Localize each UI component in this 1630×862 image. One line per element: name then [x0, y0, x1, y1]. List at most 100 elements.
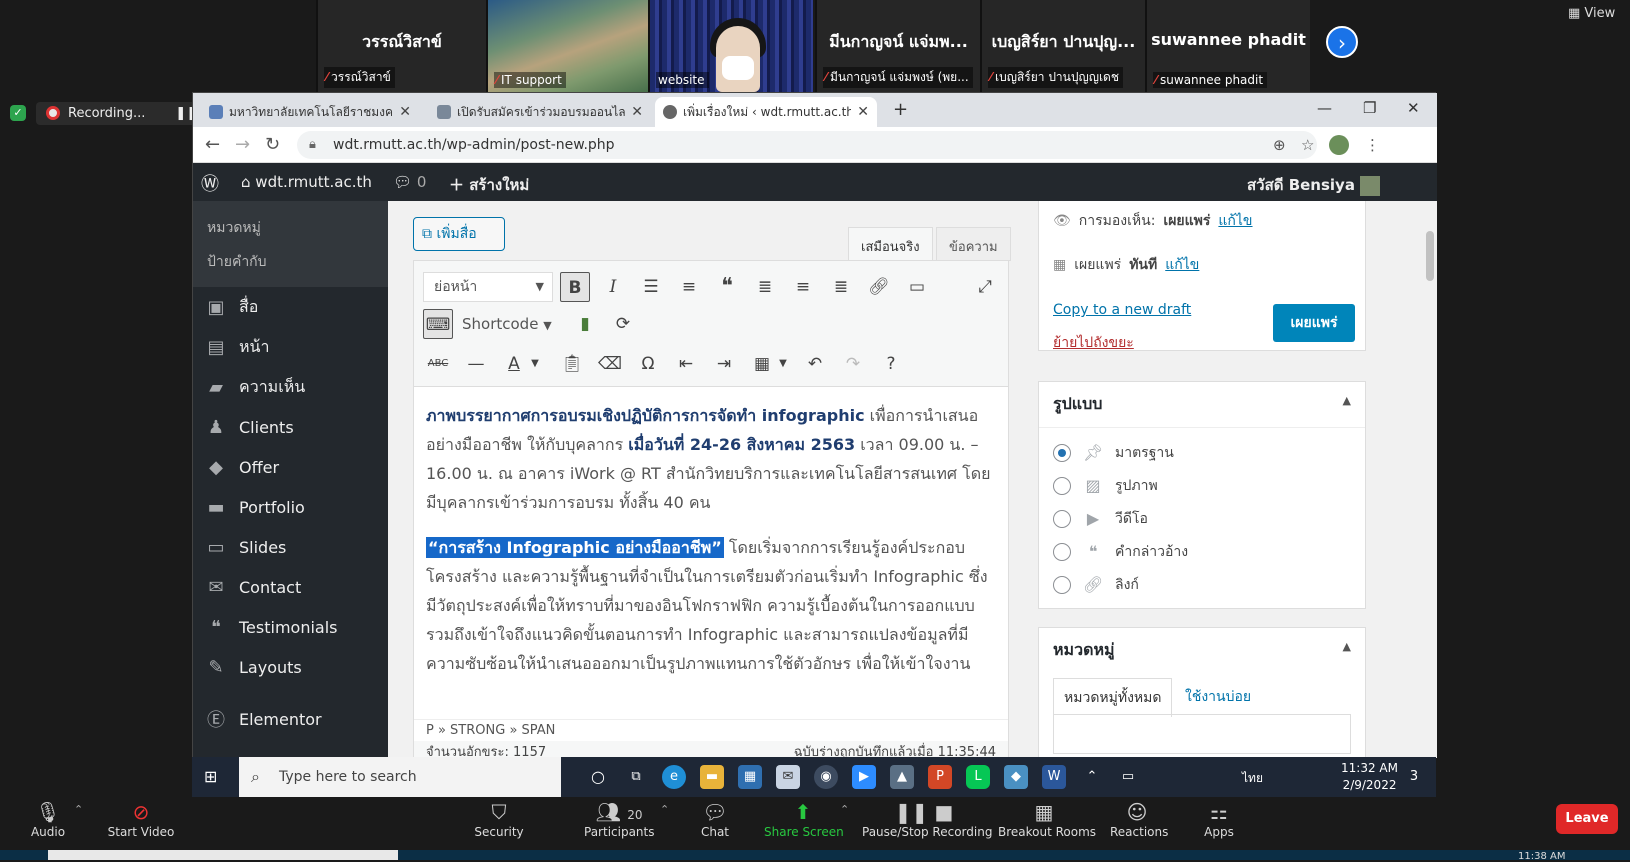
sidebar-item-testimonials[interactable]: ❝ Testimonials: [193, 607, 388, 647]
language-indicator[interactable]: ไทย: [1242, 769, 1263, 788]
tab-all-categories[interactable]: หมวดหมู่ทั้งหมด: [1053, 678, 1173, 717]
participant-tile[interactable]: เบญสิร์ยา ปานปุญ... ⁄ เบญสิร์ยา ปานปุญญเด…: [980, 0, 1145, 92]
next-page-icon[interactable]: ›: [1326, 26, 1358, 58]
radio-button[interactable]: [1053, 542, 1071, 561]
format-box-header[interactable]: รูปแบบ ▲: [1039, 382, 1365, 428]
browser-tab[interactable]: มหาวิทยาลัยเทคโนโลยีราชมงคลธัญบุรี ✕: [201, 97, 419, 127]
radio-button[interactable]: [1053, 575, 1071, 594]
numbered-list-icon[interactable]: ≡: [674, 272, 704, 302]
close-window-icon[interactable]: ✕: [1407, 99, 1420, 117]
photos-icon[interactable]: ▲: [890, 765, 914, 789]
reload-icon[interactable]: ↻: [265, 134, 280, 155]
bold-icon[interactable]: B: [560, 272, 590, 302]
audio-button[interactable]: 🎙︎ Audio: [28, 799, 68, 839]
sidebar-item-comments[interactable]: ▰ ความเห็น: [193, 367, 388, 407]
tab-text[interactable]: ข้อความ: [936, 227, 1011, 261]
chevron-up-icon[interactable]: ⌃: [840, 803, 849, 816]
page-scrollbar[interactable]: [1423, 201, 1437, 758]
leave-button[interactable]: Leave: [1556, 804, 1618, 834]
fullscreen-icon[interactable]: ⤢: [970, 272, 1000, 302]
greeting-account[interactable]: สวัสดี Bensiya: [1247, 173, 1381, 197]
shortcode-dropdown[interactable]: Shortcode ▼: [462, 309, 552, 341]
comments-link[interactable]: 💬︎ 0: [393, 173, 426, 191]
add-media-button[interactable]: ⧉ เพิ่มสื่อ: [413, 217, 505, 251]
sidebar-item-offer[interactable]: ◆ Offer: [193, 447, 388, 487]
align-center-icon[interactable]: ≡: [788, 272, 818, 302]
close-tab-icon[interactable]: ✕: [399, 104, 411, 120]
italic-icon[interactable]: I: [598, 272, 628, 302]
participant-tile[interactable]: วรรณ์วิสาข์ ⁄ วรรณ์วิสาข์: [316, 0, 486, 92]
chevron-down-icon[interactable]: ▼: [520, 349, 550, 379]
windows-start-icon[interactable]: ⊞: [204, 767, 217, 786]
read-more-icon[interactable]: ▭: [902, 272, 932, 302]
cortana-icon[interactable]: ○: [586, 765, 610, 789]
edit-visibility-link[interactable]: แก้ไข: [1218, 210, 1252, 232]
zoom-icon[interactable]: ⊕: [1273, 136, 1286, 154]
close-tab-icon[interactable]: ✕: [631, 104, 643, 120]
sidebar-item-contact[interactable]: ✉ Contact: [193, 567, 388, 607]
recording-pill[interactable]: Recording... ❚❚: [36, 101, 208, 125]
sidebar-item-layouts[interactable]: ✎ Layouts: [193, 647, 388, 687]
sidebar-item-clients[interactable]: ♟ Clients: [193, 407, 388, 447]
format-option-video[interactable]: ▶ วีดีโอ: [1039, 502, 1365, 535]
chrome-icon[interactable]: ◉: [814, 765, 838, 789]
more-menu-icon[interactable]: ⋮: [1365, 136, 1380, 154]
taskbar-search-input[interactable]: ⌕ Type here to search: [239, 757, 561, 797]
align-left-icon[interactable]: ≣: [750, 272, 780, 302]
close-tab-icon[interactable]: ✕: [857, 104, 869, 120]
site-home-link[interactable]: ⌂ wdt.rmutt.ac.th: [241, 173, 372, 191]
help-icon[interactable]: ?: [876, 349, 906, 379]
participant-tile[interactable]: มีนกาญจน์ แจ่มพ... ⁄ มีนกาญจน์ แจ่มพงษ์ (…: [815, 0, 980, 92]
format-option-image[interactable]: ▨ รูปภาพ: [1039, 469, 1365, 502]
zoom-app-icon[interactable]: ▶: [852, 765, 876, 789]
indent-icon[interactable]: ⇥: [709, 349, 739, 379]
format-option-quote[interactable]: ❝ คำกล่าวอ้าง: [1039, 535, 1365, 568]
undo-icon[interactable]: ↶: [800, 349, 830, 379]
outdent-icon[interactable]: ⇤: [671, 349, 701, 379]
restore-icon[interactable]: ❐: [1363, 99, 1376, 117]
apps-button[interactable]: ⚏ Apps: [1204, 799, 1234, 839]
notification-icon[interactable]: 3: [1402, 765, 1426, 789]
chevron-up-icon[interactable]: ⌃: [660, 803, 669, 816]
powerpoint-icon[interactable]: P: [928, 765, 952, 789]
align-right-icon[interactable]: ≣: [826, 272, 856, 302]
bookmark-star-icon[interactable]: ☆: [1301, 136, 1314, 154]
paste-text-icon[interactable]: 📋︎: [557, 349, 587, 379]
security-button[interactable]: ⛉ Security: [474, 799, 524, 839]
sidebar-item-pages[interactable]: ▤ หน้า: [193, 327, 388, 367]
collapse-arrow-icon[interactable]: ▲: [1343, 640, 1351, 653]
category-list[interactable]: [1053, 714, 1351, 754]
sidebar-item-elementor[interactable]: Ⓔ Elementor: [193, 699, 388, 739]
tab-visual[interactable]: เสมือนจริง: [848, 227, 933, 261]
new-content-link[interactable]: ＋ สร้างใหม่: [449, 173, 529, 197]
clear-format-icon[interactable]: ⌫: [595, 349, 625, 379]
browser-tab-active[interactable]: เพิ่มเรื่องใหม่ ‹ wdt.rmutt.ac.th — W ✕: [655, 97, 877, 127]
tray-expand-icon[interactable]: ⌃: [1080, 765, 1104, 789]
taskbar-clock[interactable]: 11:32 AM 2/9/2022: [1341, 760, 1398, 794]
task-view-icon[interactable]: ⧉: [624, 765, 648, 789]
plugin-jar-icon[interactable]: ▮: [570, 309, 600, 339]
new-tab-icon[interactable]: +: [893, 99, 908, 120]
view-button[interactable]: ▦ View: [1568, 6, 1615, 21]
back-icon[interactable]: ←: [205, 134, 220, 155]
participant-tile[interactable]: ⁄ IT support: [486, 0, 648, 92]
app-icon[interactable]: ◆: [1004, 765, 1028, 789]
wordpress-logo-icon[interactable]: Ⓦ: [201, 170, 219, 196]
radio-button[interactable]: [1053, 443, 1071, 462]
profile-avatar[interactable]: [1329, 135, 1349, 155]
forward-icon[interactable]: →: [235, 134, 250, 155]
category-box-header[interactable]: หมวดหมู่ ▲: [1039, 628, 1365, 673]
editor-content[interactable]: ภาพบรรยากาศการอบรมเชิงปฏิบัติการการจัดทำ…: [414, 387, 1008, 719]
format-select[interactable]: ย่อหน้า ▼: [423, 272, 553, 302]
tab-most-used[interactable]: ใช้งานบ่อย: [1175, 678, 1261, 716]
copy-to-draft-link[interactable]: Copy to a new draft: [1053, 302, 1191, 318]
toolbar-toggle-icon[interactable]: ⌨: [423, 309, 453, 339]
minimize-icon[interactable]: —: [1317, 99, 1332, 117]
sidebar-item-portfolio[interactable]: ▬ Portfolio: [193, 487, 388, 527]
radio-button[interactable]: [1053, 509, 1071, 528]
sidebar-item-media[interactable]: ▣ สื่อ: [193, 287, 388, 327]
bullet-list-icon[interactable]: ☰: [636, 272, 666, 302]
blockquote-icon[interactable]: ❝: [712, 272, 742, 302]
special-char-icon[interactable]: Ω: [633, 349, 663, 379]
participant-tile[interactable]: suwannee phadit ⁄ suwannee phadit: [1145, 0, 1310, 92]
